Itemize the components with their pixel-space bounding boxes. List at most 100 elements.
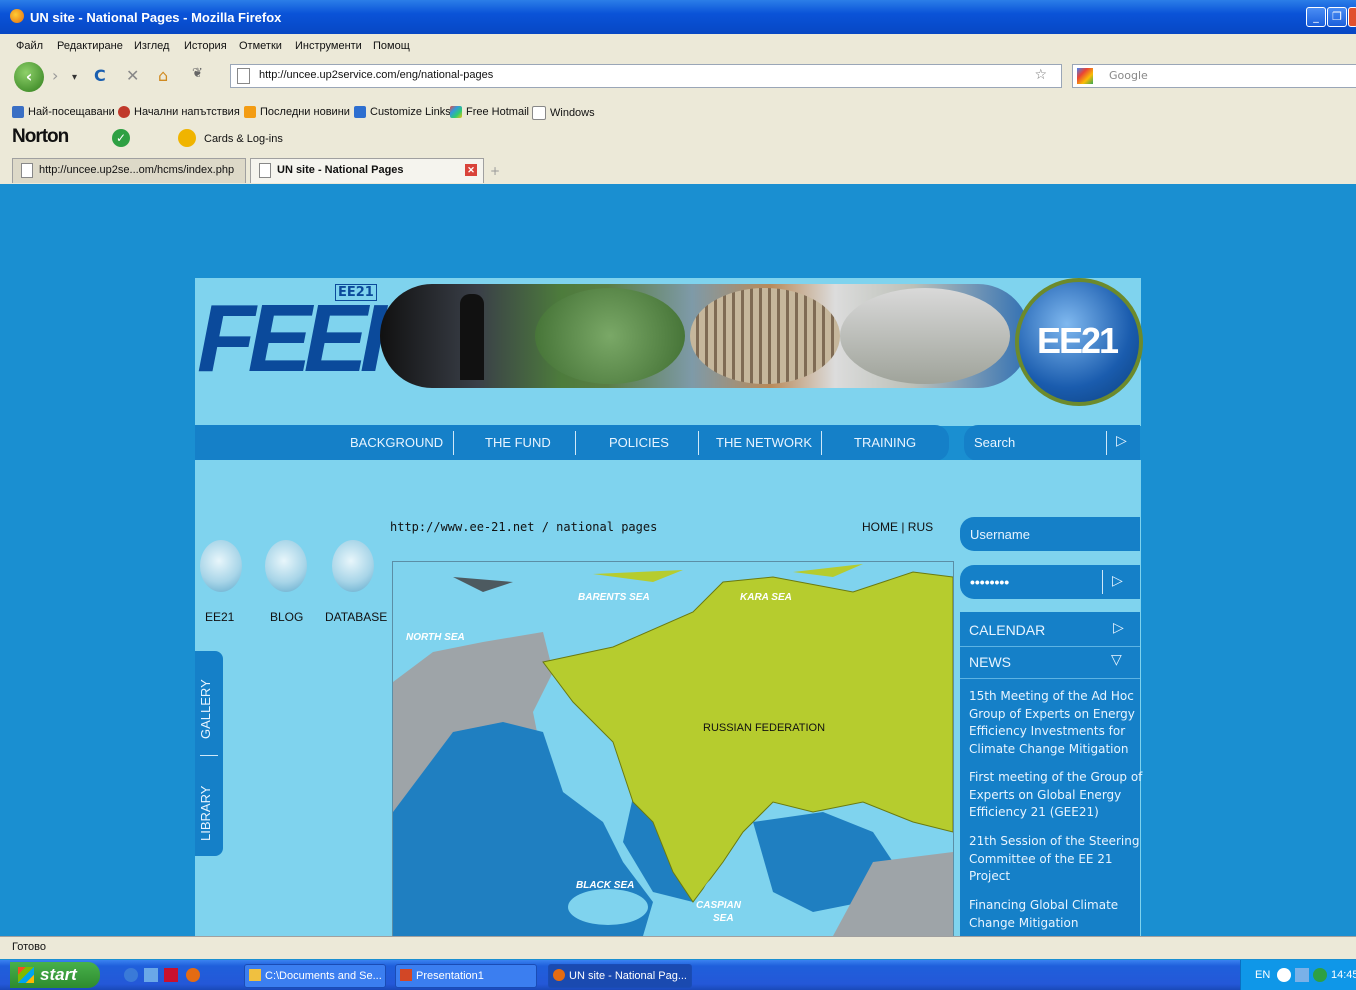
- powerpoint-icon: [400, 969, 412, 981]
- task-powerpoint[interactable]: Presentation1: [395, 964, 537, 988]
- nav-background[interactable]: BACKGROUND: [350, 435, 443, 450]
- home-button[interactable]: ⌂: [158, 66, 168, 85]
- database-bubble-icon[interactable]: [332, 540, 374, 592]
- cards-logins-button[interactable]: Cards & Log-ins: [204, 133, 283, 145]
- tray-arrow-icon[interactable]: [1277, 968, 1291, 982]
- task-explorer[interactable]: C:\Documents and Se...: [244, 964, 386, 988]
- menu-tools[interactable]: Инструменти: [295, 40, 362, 52]
- history-dropdown-icon[interactable]: ▾: [72, 72, 77, 83]
- back-button[interactable]: ‹: [14, 62, 44, 92]
- rus-link[interactable]: RUS: [908, 520, 933, 534]
- bookmark-free-hotmail[interactable]: Free Hotmail: [450, 106, 529, 119]
- news-item[interactable]: 21th Session of the Steering Committee o…: [969, 833, 1144, 886]
- ie-quicklaunch-icon[interactable]: [124, 968, 138, 982]
- ee21-bubble-icon[interactable]: [200, 540, 242, 592]
- menu-history[interactable]: История: [184, 40, 227, 52]
- blog-link[interactable]: BLOG: [270, 610, 303, 624]
- bookmark-star-icon[interactable]: ☆: [1034, 67, 1047, 83]
- desktop-quicklaunch-icon[interactable]: [144, 968, 158, 982]
- task-firefox[interactable]: UN site - National Pag...: [548, 964, 692, 988]
- calendar-link[interactable]: CALENDAR: [969, 622, 1045, 638]
- window-titlebar[interactable]: UN site - National Pages - Mozilla Firef…: [0, 0, 1356, 34]
- menu-view[interactable]: Изглед: [134, 40, 169, 52]
- addon-icon[interactable]: ❦: [192, 66, 203, 81]
- menu-bookmarks[interactable]: Отметки: [239, 40, 282, 52]
- ee21-globe-logo: EE21: [1015, 278, 1143, 406]
- close-button[interactable]: [1348, 7, 1356, 27]
- blog-bubble-icon[interactable]: [265, 540, 307, 592]
- ee21-link[interactable]: EE21: [205, 610, 234, 624]
- news-item[interactable]: 15th Meeting of the Ad Hoc Group of Expe…: [969, 688, 1144, 758]
- black-sea-shape: [568, 889, 648, 925]
- new-tab-icon[interactable]: +: [490, 164, 500, 178]
- news-heading[interactable]: NEWS: [969, 654, 1011, 670]
- divider: [960, 646, 1140, 647]
- clock[interactable]: 14:45: [1331, 969, 1356, 981]
- franz-josef-shape: [593, 570, 683, 582]
- search-bar[interactable]: Google: [1072, 64, 1356, 88]
- database-link[interactable]: DATABASE: [325, 610, 387, 624]
- news-collapse-icon[interactable]: ▽: [1111, 652, 1122, 668]
- norton-toolbar-button[interactable]: Norton: [12, 126, 69, 148]
- windows-logo-icon: [18, 967, 34, 983]
- minimize-button[interactable]: _: [1306, 7, 1326, 27]
- map-svg: [393, 564, 953, 936]
- search-go-icon[interactable]: ▷: [1116, 433, 1127, 449]
- nav-the-network[interactable]: THE NETWORK: [716, 435, 812, 450]
- nav-policies[interactable]: POLICIES: [609, 435, 669, 450]
- north-sea-label: NORTH SEA: [406, 632, 465, 643]
- gallery-tab[interactable]: GALLERY: [198, 679, 213, 739]
- bookmark-most-visited[interactable]: Най-посещавани: [12, 106, 115, 119]
- start-button[interactable]: start: [10, 962, 100, 988]
- nav-separator: [575, 431, 576, 455]
- menu-edit[interactable]: Редактиране: [57, 40, 123, 52]
- logo-badge: EE21: [335, 284, 377, 301]
- severnaya-shape: [793, 564, 863, 577]
- nav-separator: [698, 431, 699, 455]
- url-text[interactable]: http://uncee.up2service.com/eng/national…: [259, 69, 493, 81]
- tab-national-pages[interactable]: UN site - National Pages ✕: [250, 158, 484, 183]
- nav-training[interactable]: TRAINING: [854, 435, 916, 450]
- url-bar[interactable]: http://uncee.up2service.com/eng/national…: [230, 64, 1062, 88]
- norton-safe-icon[interactable]: ✓: [112, 129, 130, 147]
- caspian-label: CASPIAN: [696, 900, 742, 911]
- side-tabs: GALLERY LIBRARY: [195, 651, 223, 856]
- maximize-button[interactable]: ❐: [1327, 7, 1347, 27]
- bookmark-customize-links[interactable]: Customize Links: [354, 106, 451, 119]
- site-search-input[interactable]: Search: [974, 435, 1015, 450]
- close-tab-icon[interactable]: ✕: [465, 164, 477, 176]
- login-go-icon[interactable]: ▷: [1112, 572, 1123, 589]
- divider: [960, 678, 1140, 679]
- password-field[interactable]: •••••••• ▷: [960, 565, 1140, 599]
- nav-the-fund[interactable]: THE FUND: [485, 435, 551, 450]
- news-item[interactable]: Financing Global Climate Change Mitigati…: [969, 897, 1144, 932]
- forward-button[interactable]: ›: [52, 66, 58, 85]
- news-item[interactable]: First meeting of the Group of Experts on…: [969, 769, 1144, 822]
- firefox-icon: [553, 969, 565, 981]
- page-icon: [21, 163, 33, 178]
- norton-tray-icon[interactable]: [1313, 968, 1327, 982]
- tab-index[interactable]: http://uncee.up2se...om/hcms/index.php: [12, 158, 246, 183]
- library-tab[interactable]: LIBRARY: [198, 786, 213, 841]
- menu-file[interactable]: Файл: [16, 40, 43, 52]
- language-indicator[interactable]: EN: [1255, 969, 1270, 981]
- flag-quicklaunch-icon[interactable]: [164, 968, 178, 982]
- taskbar: start C:\Documents and Se... Presentatio…: [0, 960, 1356, 990]
- login-separator: [1102, 570, 1103, 594]
- page-icon: [237, 68, 250, 84]
- network-tray-icon[interactable]: [1295, 968, 1309, 982]
- menu-help[interactable]: Помощ: [373, 40, 410, 52]
- bookmark-windows[interactable]: Windows: [532, 106, 595, 120]
- site-search[interactable]: Search ▷: [964, 425, 1140, 461]
- firefox-quicklaunch-icon[interactable]: [186, 968, 200, 982]
- black-sea-label: BLACK SEA: [576, 880, 635, 891]
- bookmark-latest-news[interactable]: Последни новини: [244, 106, 350, 119]
- username-field[interactable]: Username: [960, 517, 1140, 551]
- bookmark-getting-started[interactable]: Начални напътствия: [118, 106, 240, 119]
- russia-label: RUSSIAN FEDERATION: [703, 722, 826, 734]
- stop-button[interactable]: ✕: [126, 66, 139, 85]
- home-link[interactable]: HOME: [862, 520, 898, 534]
- calendar-expand-icon[interactable]: ▷: [1113, 620, 1124, 636]
- europe-map[interactable]: BARENTS SEA KARA SEA NORTH SEA RUSSIAN F…: [392, 561, 954, 937]
- reload-button[interactable]: C: [94, 66, 106, 85]
